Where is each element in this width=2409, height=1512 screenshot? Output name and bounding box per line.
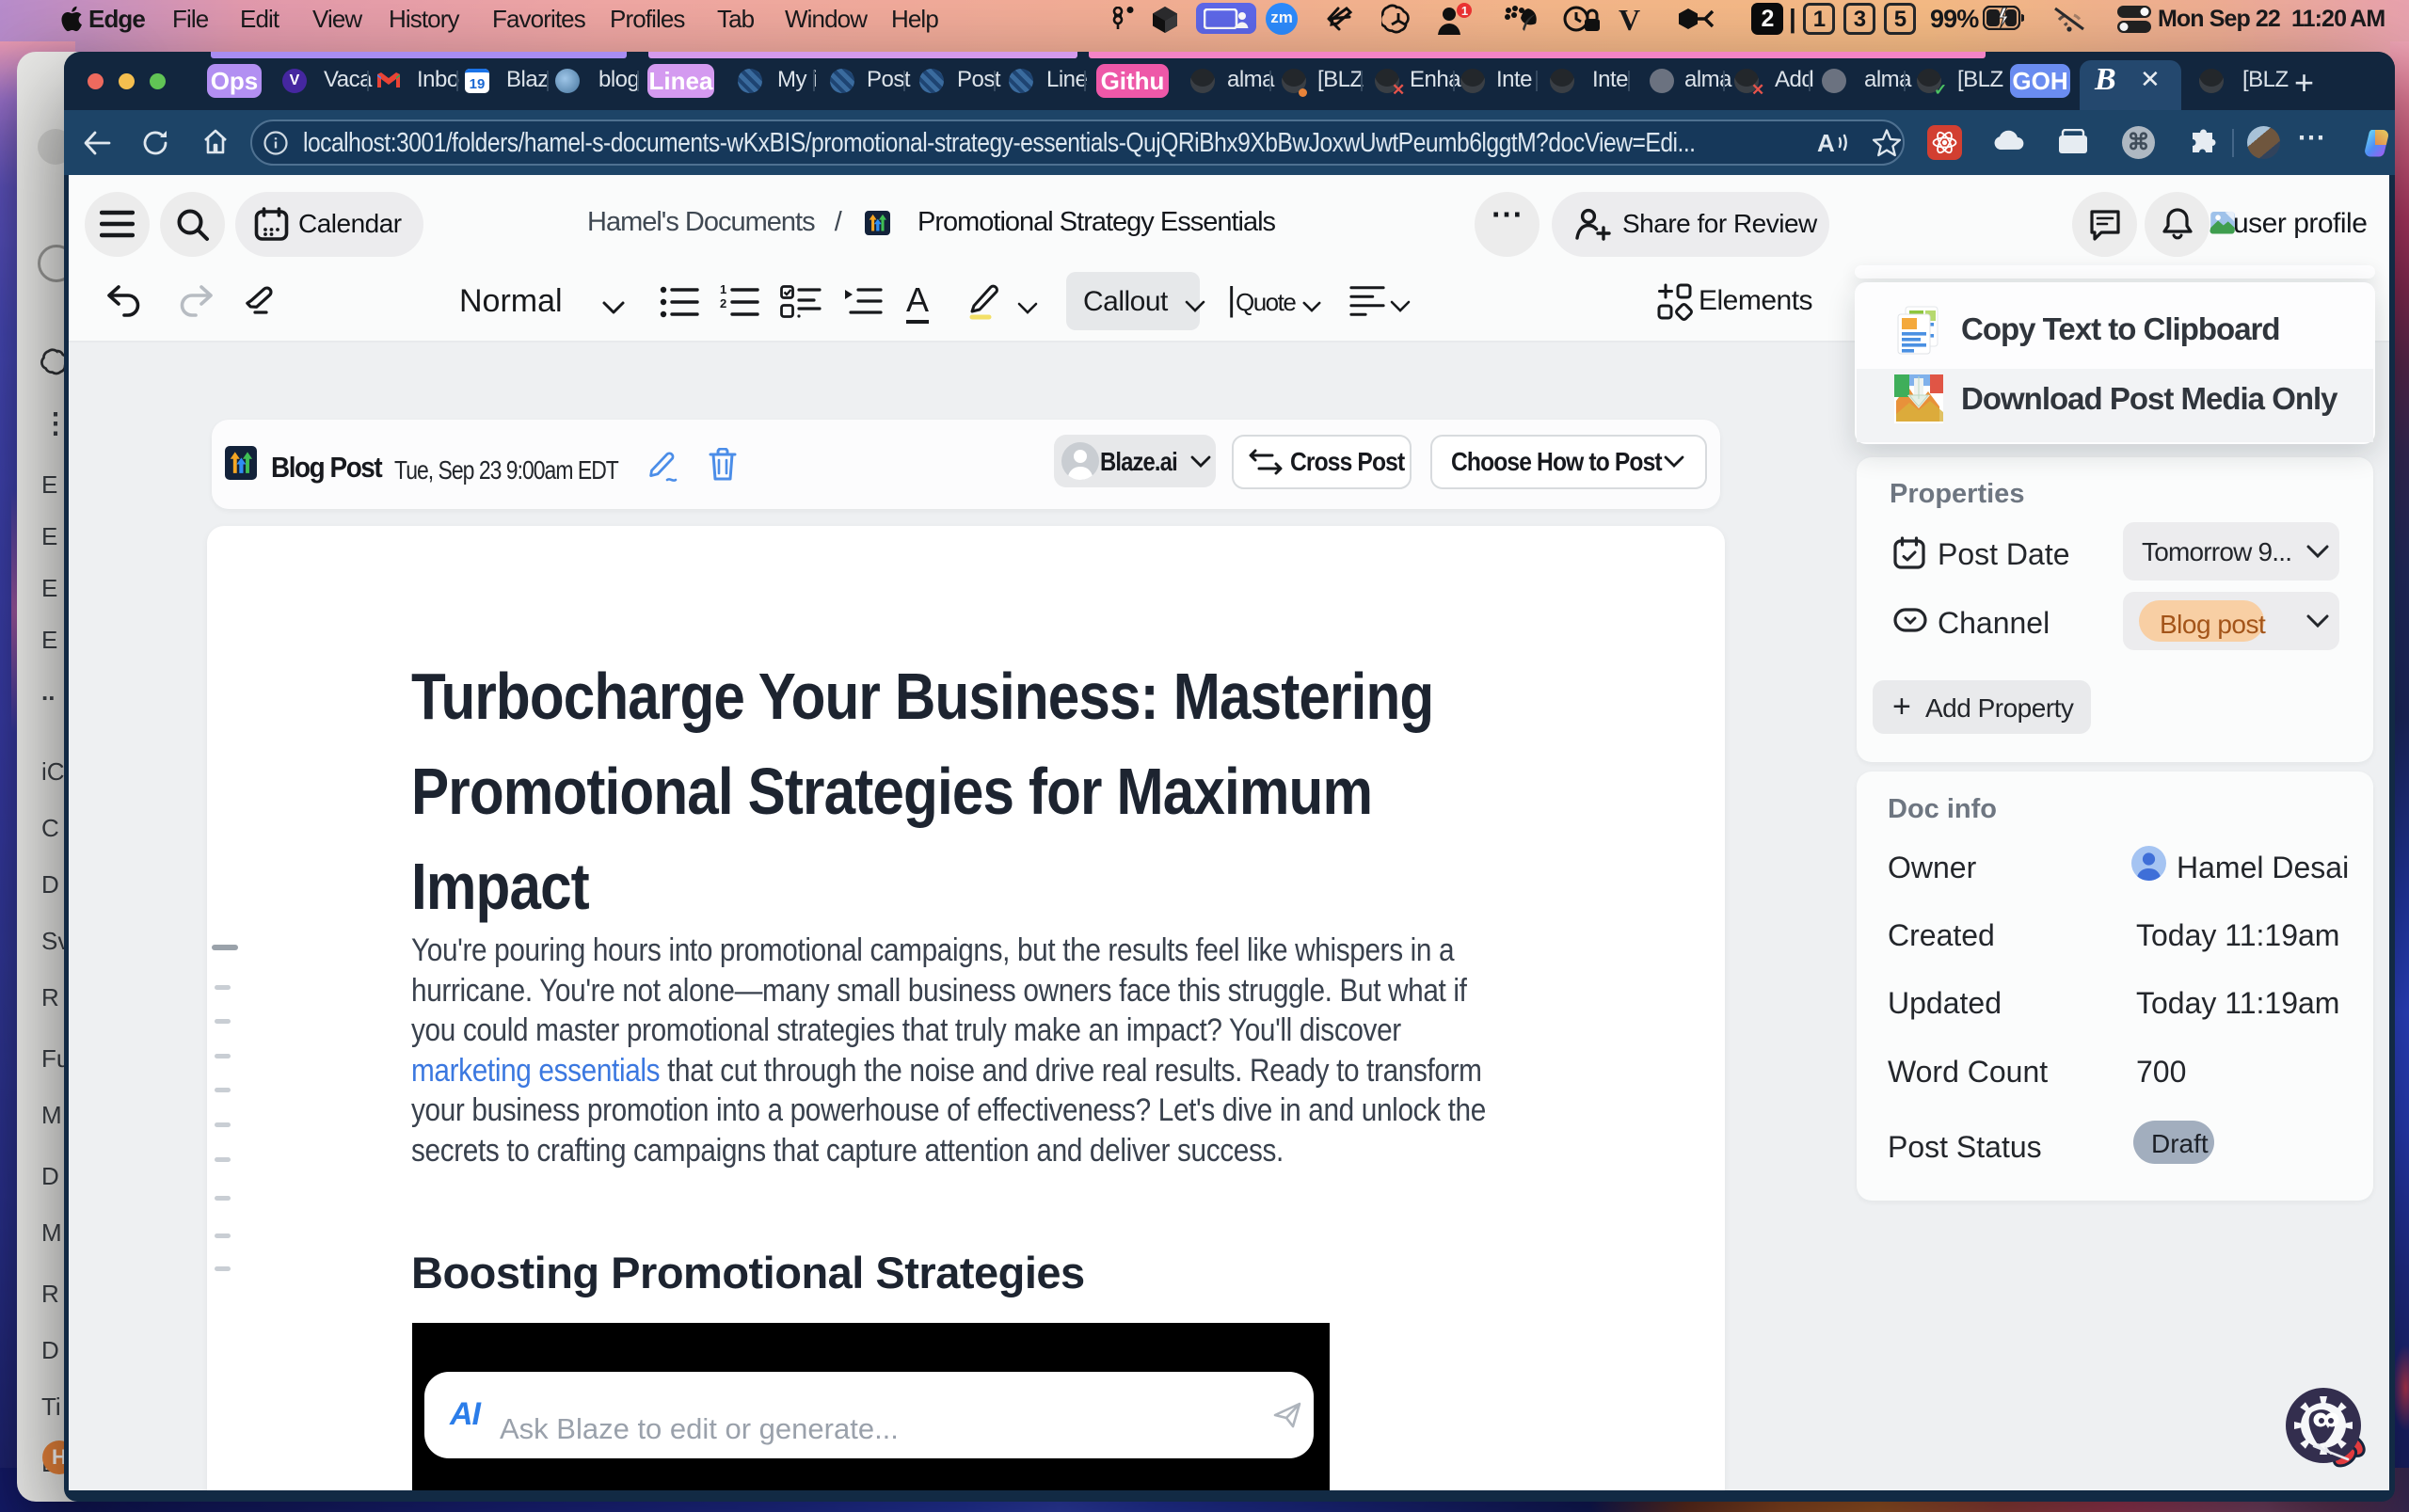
svg-text:1: 1 <box>1461 4 1468 18</box>
svg-text:1: 1 <box>720 285 726 296</box>
svg-text:A: A <box>1817 130 1835 156</box>
svg-text:2: 2 <box>720 296 726 310</box>
